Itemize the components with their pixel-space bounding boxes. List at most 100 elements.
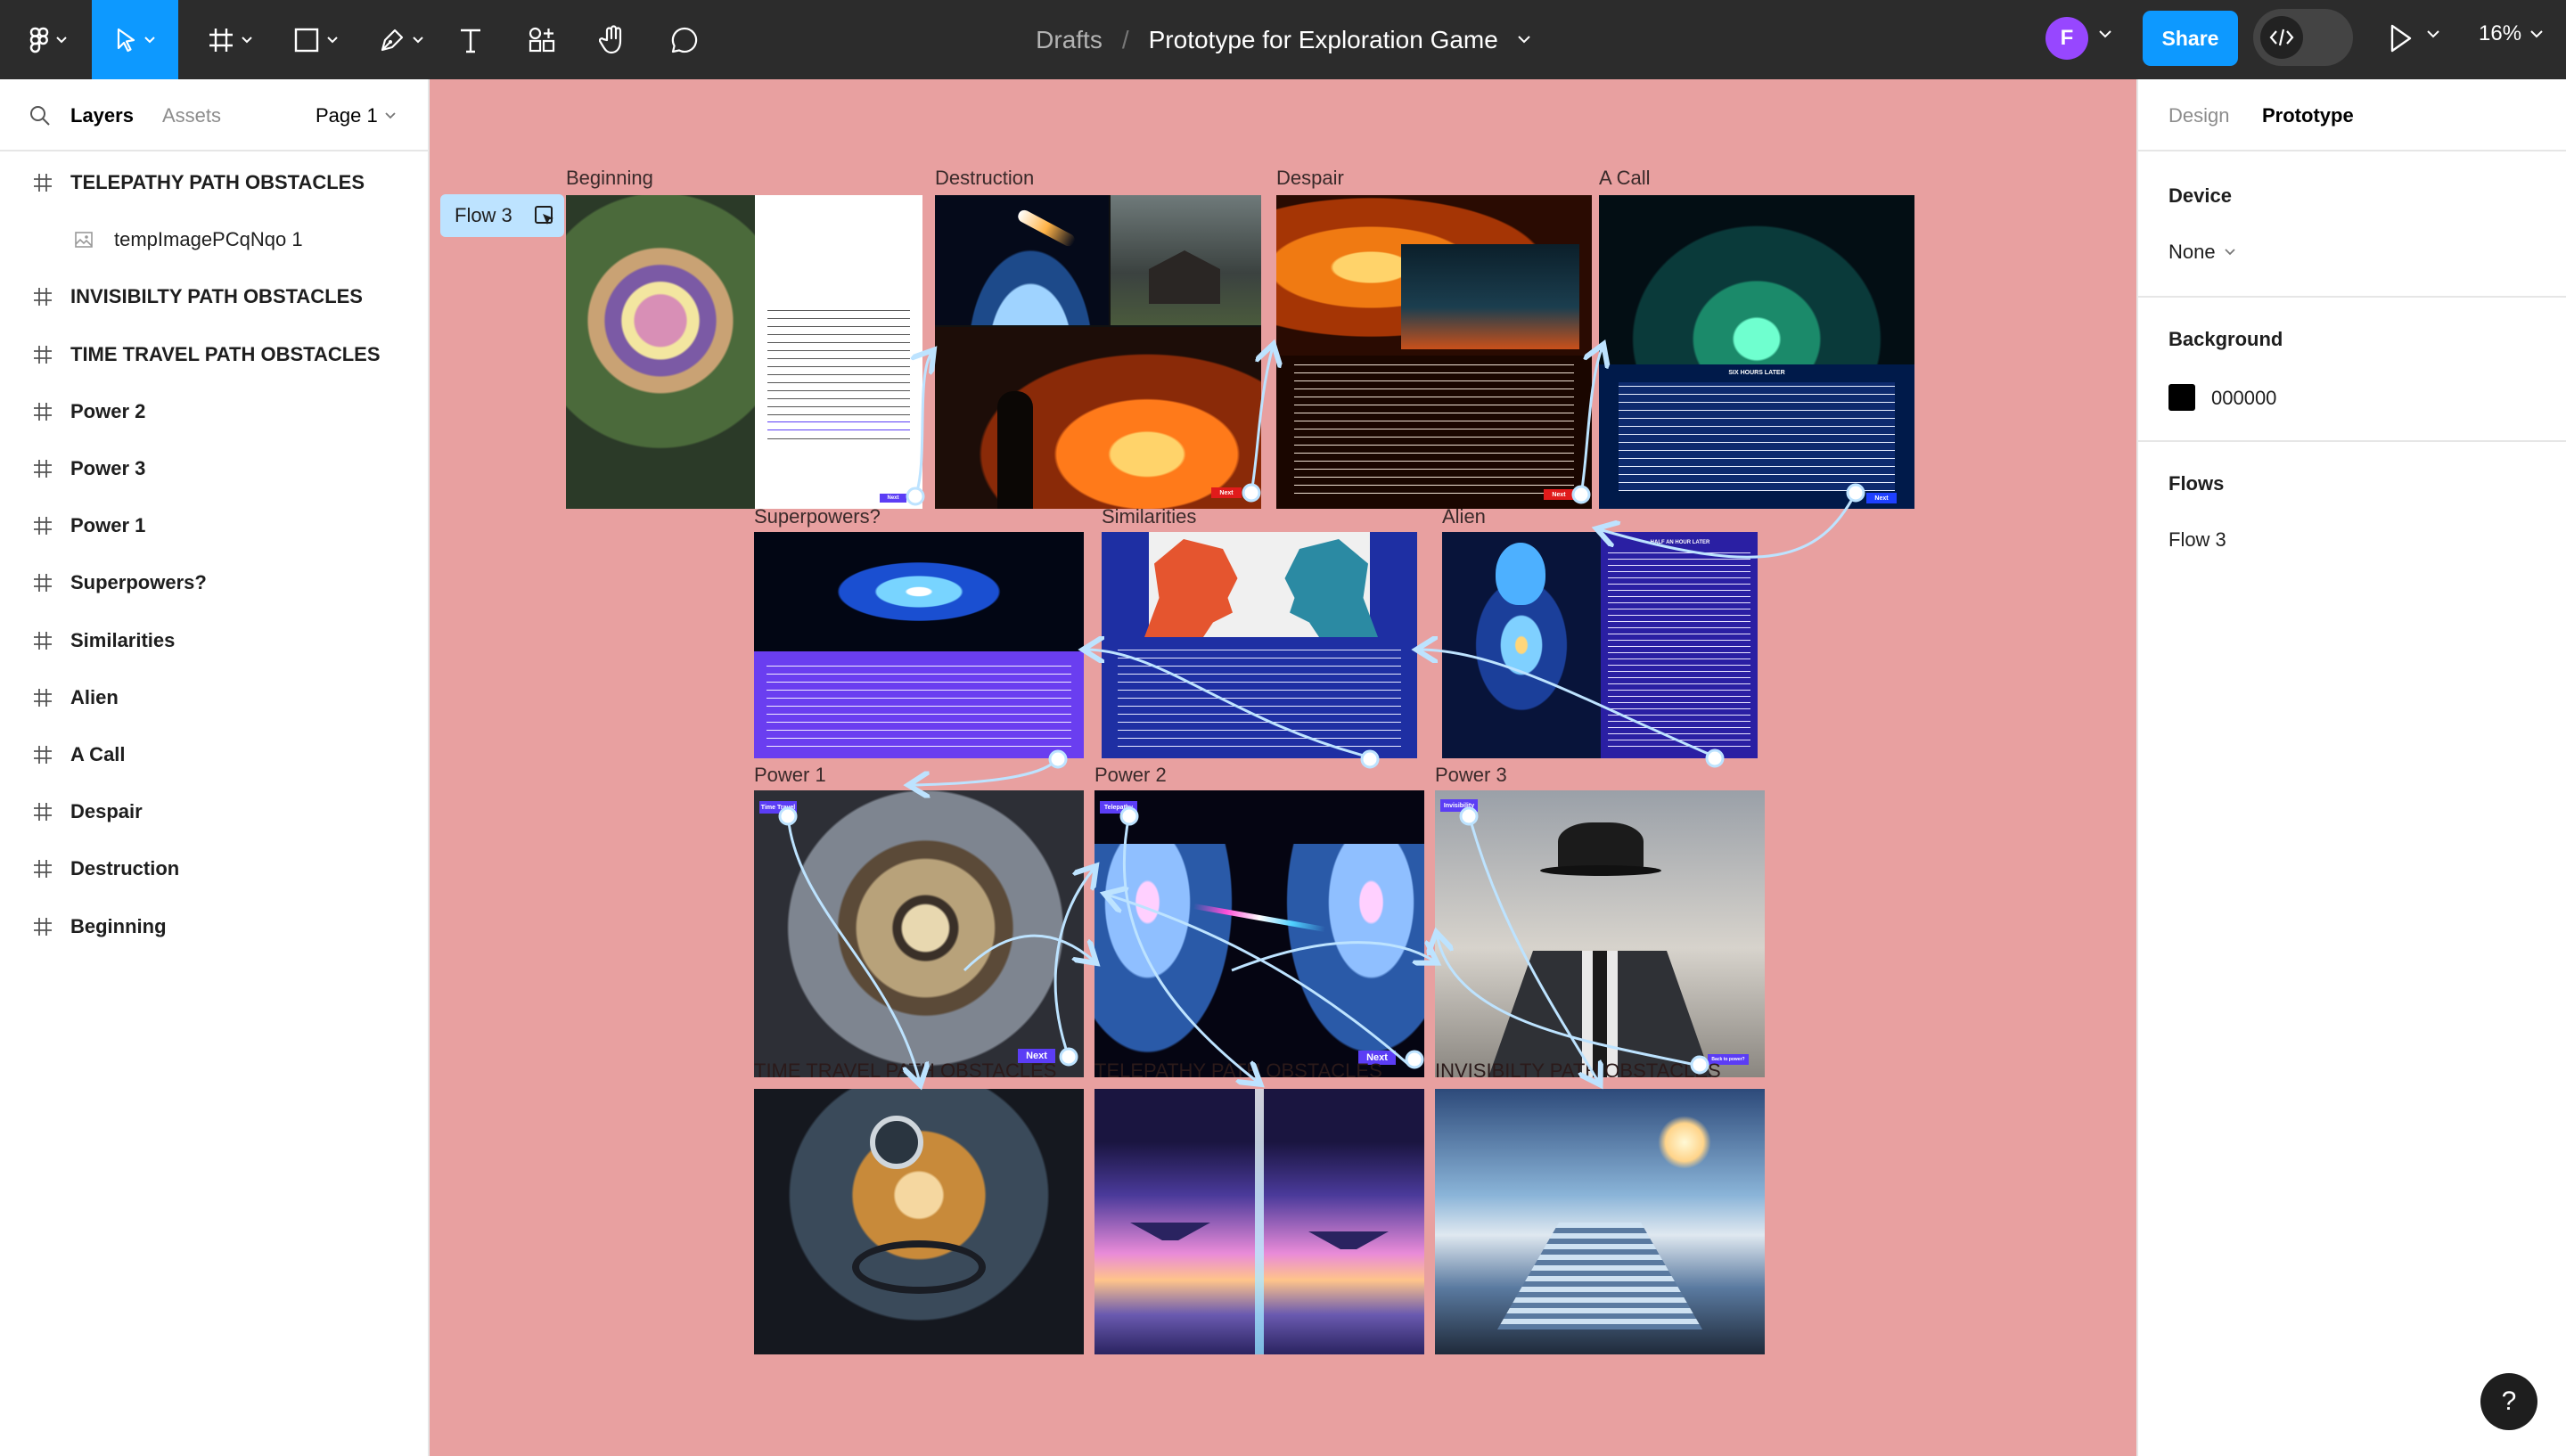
frame-label-similarities[interactable]: Similarities xyxy=(1102,505,1196,528)
chevron-down-icon[interactable] xyxy=(2099,30,2111,38)
frame-alien[interactable]: HALF AN HOUR LATER xyxy=(1442,532,1758,758)
canvas[interactable]: Flow 3 Beginning Next Destruction Next D… xyxy=(430,79,2136,1456)
frame-layer-icon xyxy=(34,288,52,307)
frame-power2[interactable]: Telepathy Next xyxy=(1094,790,1424,1077)
frame-telepathy-path-obstacles[interactable] xyxy=(1094,1089,1424,1354)
tab-design[interactable]: Design xyxy=(2168,104,2229,127)
frame-label-beginning[interactable]: Beginning xyxy=(566,167,653,190)
frame-label-despair[interactable]: Despair xyxy=(1276,167,1344,190)
layer-row[interactable]: Destruction xyxy=(0,840,428,897)
right-panel-tabs: Design Prototype xyxy=(2138,79,2566,151)
burning-house-image xyxy=(935,327,1261,509)
next-button[interactable]: Next xyxy=(1866,493,1897,503)
device-select[interactable]: None xyxy=(2168,241,2235,264)
flow-starting-point[interactable]: Flow 3 xyxy=(440,194,564,237)
layer-row[interactable]: Superpowers? xyxy=(0,554,428,611)
divider xyxy=(2138,440,2566,442)
left-panel-tabs: Layers Assets Page 1 xyxy=(0,79,428,151)
clock-vortex-image xyxy=(754,790,1084,1077)
frame-beginning[interactable]: Next xyxy=(566,195,922,509)
avatar[interactable]: F xyxy=(2045,17,2088,60)
tab-prototype[interactable]: Prototype xyxy=(2262,104,2354,127)
power-tag-time-travel[interactable]: Time Travel xyxy=(759,801,797,814)
zoom-menu[interactable]: 16% xyxy=(2479,21,2543,46)
frame-layer-icon xyxy=(34,917,52,936)
file-title[interactable]: Prototype for Exploration Game xyxy=(1149,26,1498,54)
layer-row[interactable]: Despair xyxy=(0,783,428,840)
chevron-down-icon[interactable] xyxy=(1518,36,1530,44)
chevron-down-icon xyxy=(385,112,396,119)
frame-power3[interactable]: Invisibility Back to power? xyxy=(1435,790,1765,1077)
tab-layers[interactable]: Layers xyxy=(70,104,134,127)
present-play-icon[interactable] xyxy=(2389,23,2414,53)
frame-time-travel-path-obstacles[interactable] xyxy=(754,1089,1084,1354)
chevron-down-icon[interactable] xyxy=(2427,30,2439,38)
flower-bouquet-image xyxy=(566,195,755,509)
zoom-level: 16% xyxy=(2479,21,2522,45)
next-button[interactable]: Next xyxy=(880,494,906,503)
frame-despair[interactable]: Next xyxy=(1276,195,1592,509)
next-button[interactable]: Next xyxy=(1544,489,1574,500)
power-tag-invisibility[interactable]: Invisibility xyxy=(1440,799,1478,812)
frame-label-telepathy[interactable]: TELEPATHY PATH OBSTACLES xyxy=(1094,1059,1382,1083)
frame-a-call[interactable]: SIX HOURS LATER Next xyxy=(1599,195,1914,509)
layer-row[interactable]: Alien xyxy=(0,669,428,726)
background-heading: Background xyxy=(2168,328,2283,350)
frame-destruction[interactable]: Next xyxy=(935,195,1261,509)
left-head-image xyxy=(1094,844,1246,1077)
flow-item[interactable]: Flow 3 xyxy=(2168,528,2226,552)
flow-start-icon xyxy=(535,206,553,225)
help-button[interactable]: ? xyxy=(2480,1373,2537,1430)
layer-label: TELEPATHY PATH OBSTACLES xyxy=(70,171,365,193)
frame-label-time-travel[interactable]: TIME TRAVEL PATH OBSTACLES xyxy=(754,1059,1056,1083)
layer-row[interactable]: INVISIBILTY PATH OBSTACLES xyxy=(0,268,428,325)
frame-similarities[interactable] xyxy=(1102,532,1417,758)
story-text-highlight xyxy=(767,418,910,438)
layer-row[interactable]: Beginning xyxy=(0,898,428,955)
frame-label-alien[interactable]: Alien xyxy=(1442,505,1486,528)
page-selector[interactable]: Page 1 xyxy=(316,104,396,127)
layer-row[interactable]: tempImagePCqNqo 1 xyxy=(0,211,428,268)
layer-row[interactable]: Power 3 xyxy=(0,440,428,497)
frame-power1[interactable]: Time Travel Next xyxy=(754,790,1084,1077)
spiral-shape xyxy=(852,1240,986,1294)
next-button[interactable]: Next xyxy=(1211,487,1242,498)
layer-row[interactable]: TIME TRAVEL PATH OBSTACLES xyxy=(0,326,428,383)
story-text-lines xyxy=(1118,646,1401,749)
layer-label: tempImagePCqNqo 1 xyxy=(114,228,303,251)
background-color-swatch[interactable] xyxy=(2168,384,2195,411)
frame-layer-icon xyxy=(34,345,52,364)
frame-label-invisibility[interactable]: INVISIBILTY PATH OBSTACLES xyxy=(1435,1059,1721,1083)
frame-label-destruction[interactable]: Destruction xyxy=(935,167,1034,190)
power-tag-telepathy[interactable]: Telepathy xyxy=(1100,801,1137,814)
frame-superpowers[interactable] xyxy=(754,532,1084,758)
story-text-lines xyxy=(1619,382,1895,491)
dev-mode-toggle[interactable] xyxy=(2253,9,2353,66)
frame-label-a-call[interactable]: A Call xyxy=(1599,167,1650,190)
frame-layer-icon xyxy=(34,688,52,707)
layer-row[interactable]: Similarities xyxy=(0,612,428,669)
flow-badge-label: Flow 3 xyxy=(455,204,512,226)
layer-label: TIME TRAVEL PATH OBSTACLES xyxy=(70,342,381,365)
story-text-lines xyxy=(1608,550,1750,751)
frame-label-power1[interactable]: Power 1 xyxy=(754,764,826,787)
layer-row[interactable]: Power 2 xyxy=(0,383,428,440)
glowing-forest-image xyxy=(1599,195,1914,364)
breadcrumb-drafts[interactable]: Drafts xyxy=(1036,26,1103,54)
layer-row[interactable]: TELEPATHY PATH OBSTACLES xyxy=(0,154,428,211)
frame-layer-icon xyxy=(34,803,52,822)
frame-layer-icon xyxy=(34,402,52,421)
background-hex-input[interactable]: 000000 xyxy=(2211,387,2276,410)
layer-row[interactable]: Power 1 xyxy=(0,497,428,554)
search-icon[interactable] xyxy=(29,104,52,127)
layer-row[interactable]: A Call xyxy=(0,726,428,783)
frame-label-superpowers[interactable]: Superpowers? xyxy=(754,505,881,528)
frame-layer-icon xyxy=(34,460,52,478)
frame-label-power3[interactable]: Power 3 xyxy=(1435,764,1507,787)
frame-invisibility-path-obstacles[interactable] xyxy=(1435,1089,1765,1354)
tab-assets[interactable]: Assets xyxy=(162,104,221,127)
clock-image xyxy=(870,1116,923,1169)
alien-head-shape xyxy=(1496,543,1545,605)
share-button[interactable]: Share xyxy=(2143,11,2238,66)
frame-label-power2[interactable]: Power 2 xyxy=(1094,764,1167,787)
